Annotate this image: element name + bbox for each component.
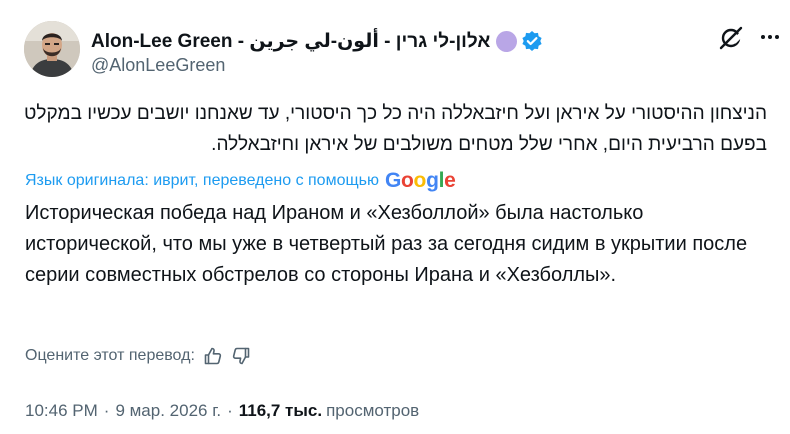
meta-separator: ·: [103, 401, 110, 420]
post-time[interactable]: 10:46 PM: [25, 401, 98, 421]
views-label[interactable]: просмотров: [326, 401, 419, 421]
meta-separator: ·: [227, 401, 233, 420]
grok-icon[interactable]: [718, 25, 744, 51]
thumbs-up-icon[interactable]: [203, 346, 223, 366]
avatar[interactable]: [24, 21, 80, 77]
more-horizontal-icon[interactable]: [760, 30, 780, 44]
original-post-text: הניצחון ההיסטורי על איראן ועל חיזבאללה ה…: [24, 103, 767, 155]
google-logo: Google: [384, 169, 456, 192]
verified-badge-icon[interactable]: [521, 30, 543, 52]
translation-notice-label[interactable]: Язык оригинала: иврит, переведено с помо…: [25, 172, 379, 190]
author-handle[interactable]: @AlonLeeGreen: [91, 55, 225, 76]
author-name-row[interactable]: Alon-Lee Green - אלון-לי גרין - ألون-لي …: [91, 28, 543, 54]
views-count[interactable]: 116,7 тыс.: [239, 401, 322, 421]
author-display-name[interactable]: Alon-Lee Green - אלון-לי גרין - ألون-لي …: [91, 30, 490, 53]
rate-translation-row: Оцените этот перевод:: [25, 344, 251, 368]
translated-post-text: Историческая победа над Ираном и «Хезбол…: [25, 202, 748, 286]
purple-circle-emoji-icon: [496, 30, 518, 52]
thumbs-down-icon[interactable]: [231, 346, 251, 366]
post-date[interactable]: 9 мар. 2026 г.: [115, 401, 221, 421]
rate-translation-label: Оцените этот перевод:: [25, 347, 195, 364]
translation-notice[interactable]: Язык оригинала: иврит, переведено с помо…: [25, 169, 456, 193]
post-meta-row: 10:46 PM · 9 мар. 2026 г. · 116,7 тыс. п…: [25, 398, 419, 424]
tweet-card: Alon-Lee Green - אלון-לי גרין - ألون-لي …: [0, 0, 790, 434]
